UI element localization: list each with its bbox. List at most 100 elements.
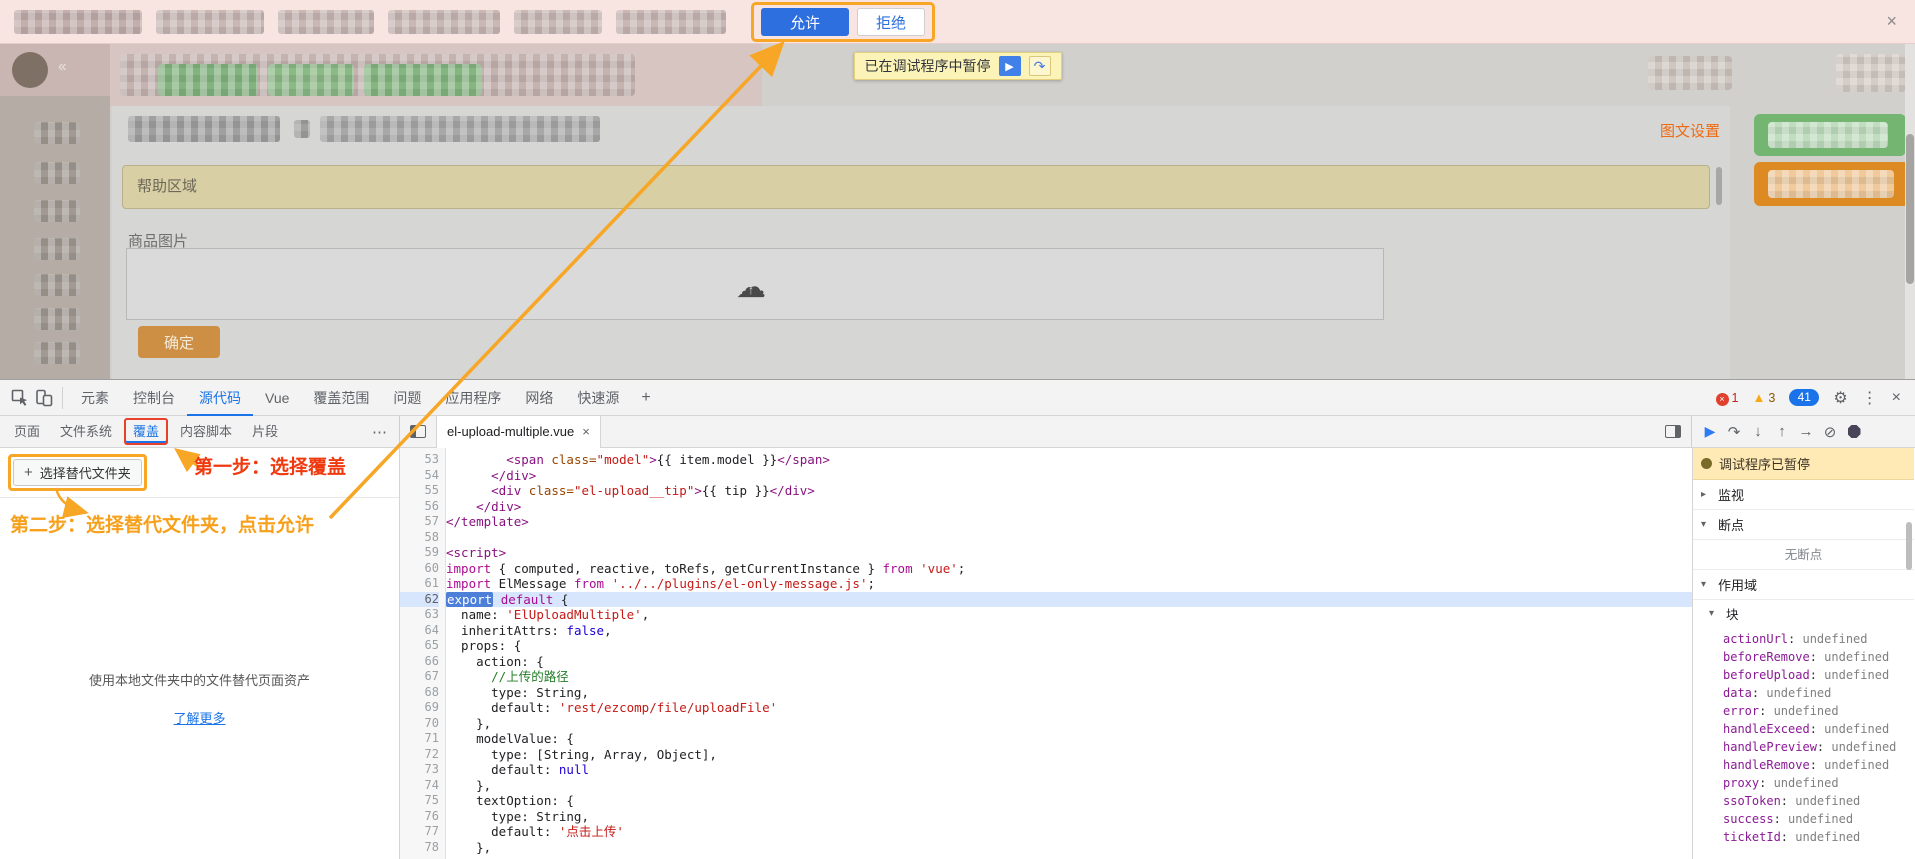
sidebar-scrollbar-thumb[interactable] bbox=[1906, 522, 1912, 570]
code-line[interactable]: //上传的路径 bbox=[446, 669, 1692, 685]
code-line[interactable]: default: null bbox=[446, 762, 1692, 778]
device-toolbar-icon[interactable] bbox=[32, 386, 56, 410]
sidebar-menu-item[interactable] bbox=[34, 342, 80, 364]
code-line[interactable]: }, bbox=[446, 778, 1692, 794]
code-line[interactable]: default: '点击上传' bbox=[446, 824, 1692, 840]
redacted-orange-button[interactable] bbox=[1754, 162, 1912, 206]
code-line[interactable]: default: 'rest/ezcomp/file/uploadFile' bbox=[446, 700, 1692, 716]
sidebar-menu-item[interactable] bbox=[34, 274, 80, 296]
line-number[interactable]: 60 bbox=[400, 561, 439, 577]
devtools-tab[interactable]: 覆盖范围 bbox=[301, 380, 381, 416]
scope-variable-row[interactable]: handleExceed: undefined bbox=[1723, 720, 1914, 738]
line-number[interactable]: 73 bbox=[400, 762, 439, 778]
sidebar-tab[interactable]: 内容脚本 bbox=[170, 416, 242, 448]
upload-dropzone[interactable]: ☁ ↑ bbox=[126, 248, 1384, 320]
line-number[interactable]: 74 bbox=[400, 778, 439, 794]
code-line-paused[interactable]: export default { bbox=[446, 591, 1692, 607]
code-line[interactable]: type: String, bbox=[446, 685, 1692, 701]
code-line[interactable]: modelValue: { bbox=[446, 731, 1692, 747]
line-number[interactable]: 68 bbox=[400, 685, 439, 701]
warning-count[interactable]: ▲ 3 bbox=[1752, 390, 1775, 405]
line-number[interactable]: 61 bbox=[400, 576, 439, 592]
issues-badge[interactable]: 41 bbox=[1789, 389, 1820, 406]
scope-variable-row[interactable]: proxy: undefined bbox=[1723, 774, 1914, 792]
block-scope-row[interactable]: ▾ 块 bbox=[1693, 600, 1914, 626]
sidebar-menu-item[interactable] bbox=[34, 162, 80, 184]
page-scrollbar[interactable] bbox=[1905, 44, 1915, 379]
learn-more-link[interactable]: 了解更多 bbox=[0, 708, 399, 727]
page-scrollbar-thumb[interactable] bbox=[1906, 134, 1914, 284]
select-override-folder-button[interactable]: + 选择替代文件夹 bbox=[13, 459, 142, 486]
code-line[interactable] bbox=[446, 530, 1692, 546]
editor-pane-toggle-icon[interactable] bbox=[1665, 425, 1681, 438]
line-number[interactable]: 54 bbox=[400, 468, 439, 484]
resume-execution-icon[interactable]: ▶ bbox=[1698, 420, 1722, 444]
devtools-tab[interactable]: 应用程序 bbox=[433, 380, 513, 416]
line-number[interactable]: 56 bbox=[400, 499, 439, 515]
settings-gear-icon[interactable]: ⚙ bbox=[1833, 388, 1847, 408]
code-line[interactable]: props: { bbox=[446, 638, 1692, 654]
step-out-icon[interactable]: ↑ bbox=[1770, 420, 1794, 444]
scope-section-header[interactable]: ▾ 作用域 bbox=[1693, 570, 1914, 600]
inspect-element-icon[interactable] bbox=[8, 386, 32, 410]
code-line[interactable]: type: [String, Array, Object], bbox=[446, 747, 1692, 763]
sidebar-tab-overrides[interactable]: 覆盖 bbox=[124, 418, 169, 445]
sidebar-tab[interactable]: 片段 bbox=[242, 416, 288, 448]
deactivate-breakpoints-icon[interactable]: ⊘ bbox=[1818, 420, 1842, 444]
more-options-icon[interactable]: ⋮ bbox=[1862, 388, 1878, 408]
code-line[interactable]: <div class="el-upload__tip">{{ tip }}</d… bbox=[446, 483, 1692, 499]
sidebar-menu-item[interactable] bbox=[34, 238, 80, 260]
devtools-tab[interactable]: 快速源 bbox=[565, 380, 631, 416]
scope-variable-row[interactable]: beforeRemove: undefined bbox=[1723, 648, 1914, 666]
devtools-tab[interactable]: 控制台 bbox=[121, 380, 187, 416]
line-number[interactable]: 64 bbox=[400, 623, 439, 639]
line-number[interactable]: 70 bbox=[400, 716, 439, 732]
devtools-tab[interactable]: 问题 bbox=[381, 380, 433, 416]
pause-on-exceptions-icon[interactable] bbox=[1842, 420, 1866, 444]
breakpoints-section-header[interactable]: ▾ 断点 bbox=[1693, 510, 1914, 540]
scope-variable-row[interactable]: success: undefined bbox=[1723, 810, 1914, 828]
devtools-tab[interactable]: 元素 bbox=[69, 380, 121, 416]
step-over-icon[interactable]: ↷ bbox=[1722, 420, 1746, 444]
line-number[interactable]: 58 bbox=[400, 530, 439, 546]
code-line[interactable]: name: 'ElUploadMultiple', bbox=[446, 607, 1692, 623]
help-area-field[interactable]: 帮助区域 bbox=[122, 165, 1710, 209]
deny-button[interactable]: 拒绝 bbox=[857, 8, 925, 36]
sidebar-more-tabs-icon[interactable]: ⋯ bbox=[372, 423, 399, 441]
line-number[interactable]: 53 bbox=[400, 452, 439, 468]
code-line[interactable]: import ElMessage from '../../plugins/el-… bbox=[446, 576, 1692, 592]
line-number[interactable]: 69 bbox=[400, 700, 439, 716]
code-line[interactable]: action: { bbox=[446, 654, 1692, 670]
editor-file-tab[interactable]: el-upload-multiple.vue × bbox=[436, 415, 601, 448]
scope-variable-row[interactable]: error: undefined bbox=[1723, 702, 1914, 720]
line-number[interactable]: 71 bbox=[400, 731, 439, 747]
devtools-close-icon[interactable]: × bbox=[1892, 389, 1901, 407]
line-number[interactable]: 72 bbox=[400, 747, 439, 763]
line-number[interactable]: 78 bbox=[400, 840, 439, 856]
sidebar-menu-item[interactable] bbox=[34, 308, 80, 330]
allow-button[interactable]: 允许 bbox=[761, 8, 849, 36]
code-line[interactable]: }, bbox=[446, 840, 1692, 856]
code-content[interactable]: <span class="model">{{ item.model }}</sp… bbox=[446, 448, 1692, 859]
line-number[interactable]: 55 bbox=[400, 483, 439, 499]
line-number[interactable]: 59 bbox=[400, 545, 439, 561]
navigator-toggle-icon[interactable] bbox=[410, 425, 426, 438]
confirm-button[interactable]: 确定 bbox=[138, 326, 220, 358]
scope-variable-row[interactable]: handleRemove: undefined bbox=[1723, 756, 1914, 774]
code-line[interactable]: </div> bbox=[446, 468, 1692, 484]
devtools-tab[interactable]: 源代码 bbox=[187, 380, 253, 416]
code-line[interactable]: import { computed, reactive, toRefs, get… bbox=[446, 561, 1692, 577]
step-into-icon[interactable]: ↓ bbox=[1746, 420, 1770, 444]
code-line[interactable]: textOption: { bbox=[446, 793, 1692, 809]
line-number[interactable]: 57 bbox=[400, 514, 439, 530]
line-number[interactable]: 66 bbox=[400, 654, 439, 670]
file-tab-close-icon[interactable]: × bbox=[582, 424, 590, 439]
line-number[interactable]: 62 bbox=[400, 591, 439, 607]
code-line[interactable]: type: String, bbox=[446, 809, 1692, 825]
sidebar-menu-item[interactable] bbox=[34, 200, 80, 222]
redacted-green-button[interactable] bbox=[1754, 114, 1906, 156]
resume-script-icon[interactable]: ▶ bbox=[998, 56, 1021, 76]
line-number-gutter[interactable]: 53 54 55 56 57 58 59 60 61 62 63 64 65 66 67 68 69 70 71 72… bbox=[400, 448, 446, 859]
code-line[interactable]: }, bbox=[446, 716, 1692, 732]
code-line[interactable]: inheritAttrs: false, bbox=[446, 623, 1692, 639]
